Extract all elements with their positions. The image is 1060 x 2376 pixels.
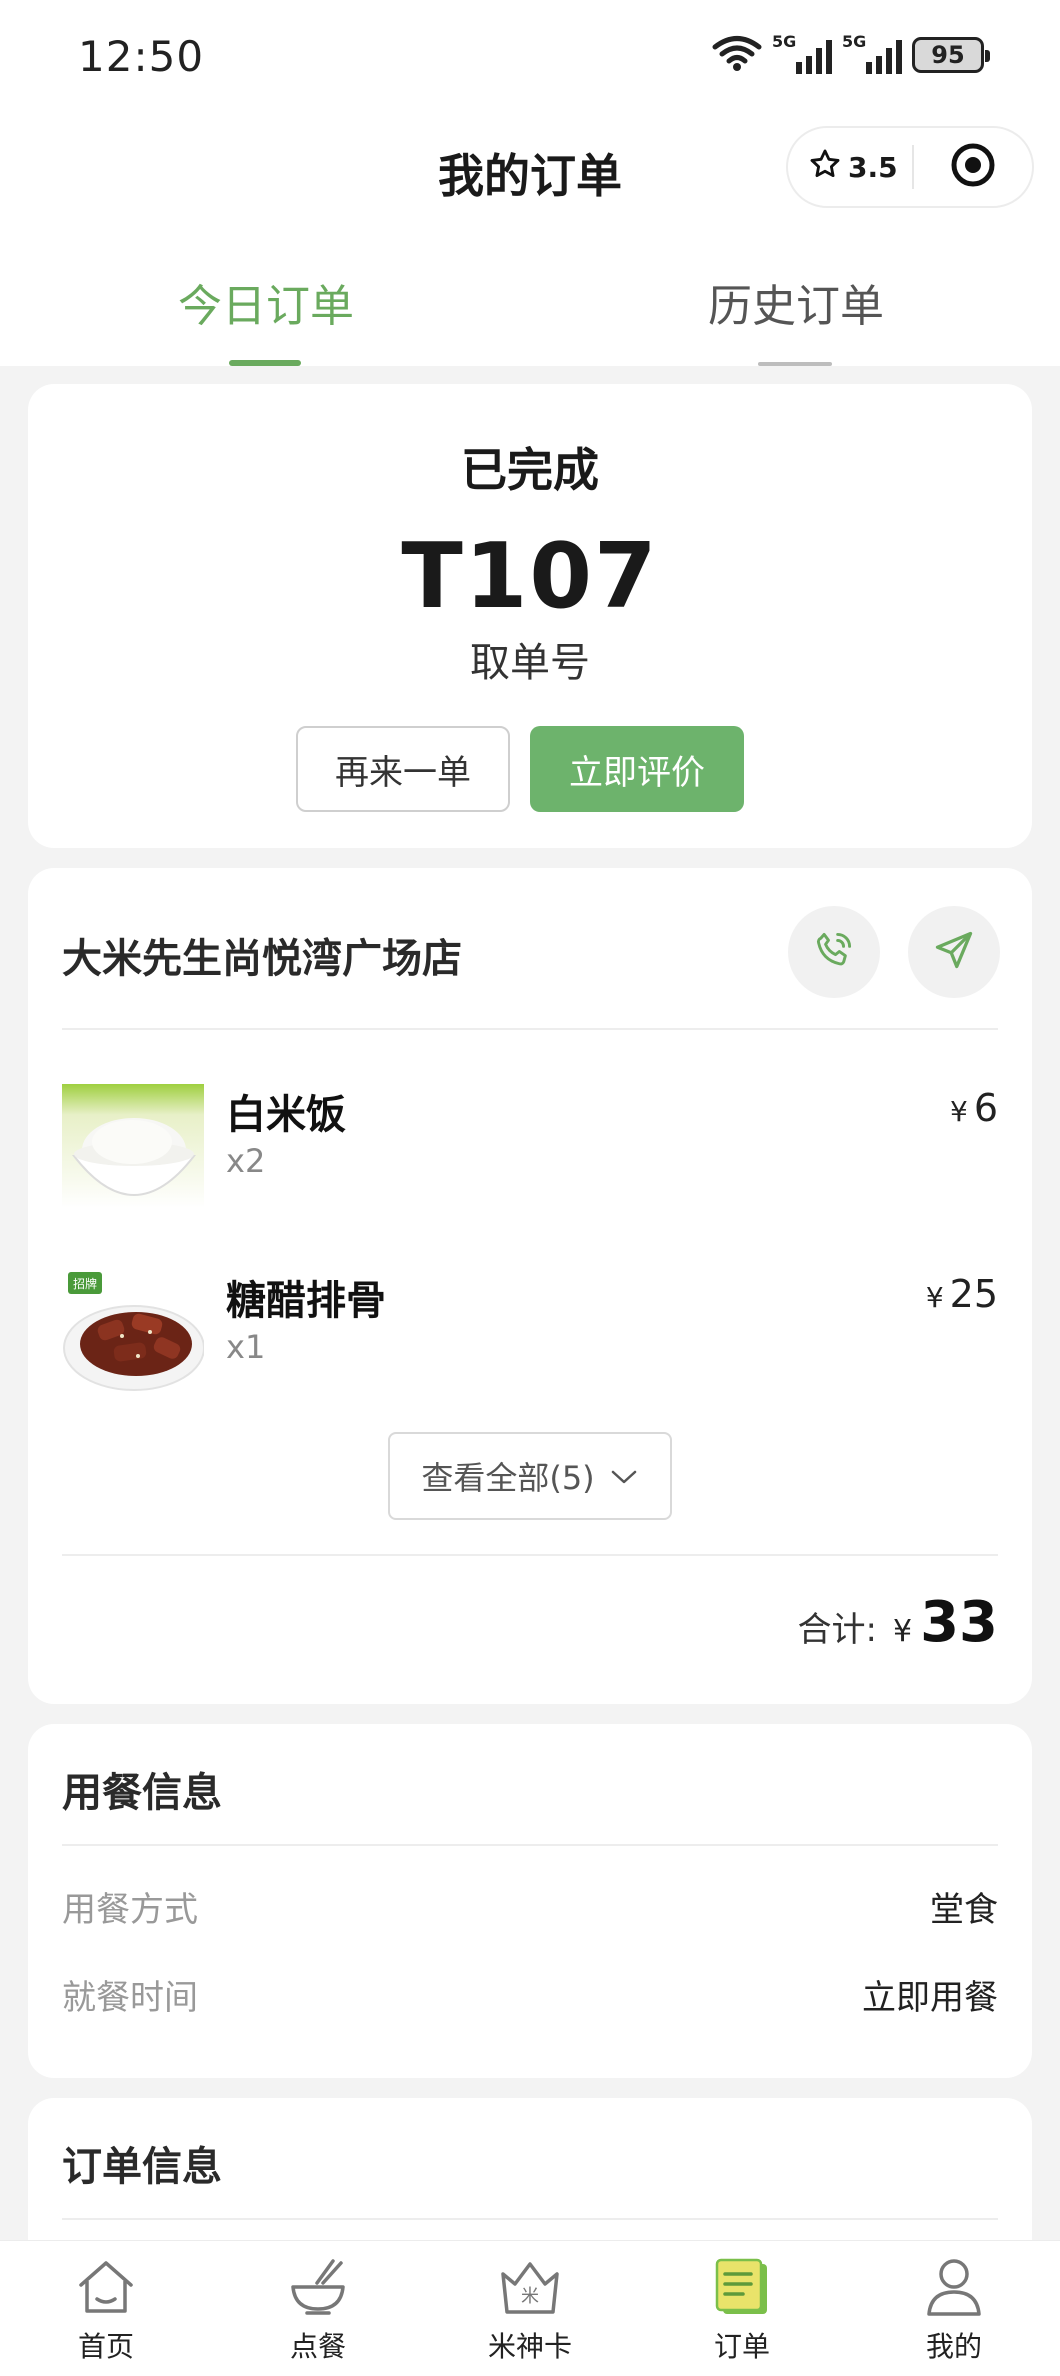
target-icon [949,141,997,193]
dining-info-title: 用餐信息 [62,1770,222,1816]
home-icon [73,2255,139,2319]
item-quantity: x1 [226,1328,266,1366]
wifi-icon [712,34,762,76]
tabbar-item-profile[interactable]: 我的 [894,2255,1014,2365]
signal-2-label: 5G [842,32,867,51]
order-list-icon [709,2255,775,2319]
order-status-card: 已完成 T107 取单号 再来一单 立即评价 [28,384,1032,848]
mini-program-capsule: 3.5 [786,126,1034,208]
view-all-button[interactable]: 查看全部(5) [388,1432,672,1520]
status-bar: 12:50 5G 5G 95 [0,0,1060,110]
store-order-card: 大米先生尚悦湾广场店 白米饭 x2 ¥6 招牌 糖醋排骨 x1 ¥ 25 查看全… [28,868,1032,1704]
pickup-code: T107 [401,524,659,629]
battery-level: 95 [931,41,965,69]
signal-1-label: 5G [772,32,797,51]
dining-method-value: 堂食 [930,1890,998,1930]
tab-history-indicator [758,362,832,366]
bowl-icon [285,2255,351,2319]
total-currency: ¥ [892,1614,913,1649]
review-button[interactable]: 立即评价 [530,726,744,812]
item-price: ¥6 [950,1086,998,1130]
battery-icon: 95 [912,37,990,73]
total-divider [62,1554,998,1556]
crown-card-icon: 米 [497,2255,563,2319]
rice-image [62,1084,204,1208]
chevron-down-icon [609,1457,639,1495]
view-all-label: 查看全部(5) [421,1459,595,1497]
signature-badge: 招牌 [68,1272,102,1294]
navigation-arrow-icon [932,928,976,976]
dining-method-label: 用餐方式 [62,1890,198,1930]
header: 我的订单 3.5 [0,110,1060,234]
rating-button[interactable]: 3.5 [788,147,912,188]
rating-value: 3.5 [848,150,898,184]
total-label: 合计: [797,1610,877,1650]
phone-icon [812,928,856,976]
currency-symbol: ¥ [949,1095,968,1128]
tabbar-item-card[interactable]: 米 米神卡 [470,2255,590,2365]
store-divider [62,1028,998,1030]
tabbar-label-order-food: 点餐 [289,2330,346,2363]
signature-badge-label: 招牌 [72,1276,97,1291]
tabbar-label-orders: 订单 [713,2330,770,2363]
tab-history[interactable]: 历史订单 [708,270,884,334]
store-name: 大米先生尚悦湾广场店 [62,936,462,982]
reorder-button[interactable]: 再来一单 [296,726,510,812]
bottom-tab-bar: 首页 点餐 米 米神卡 订单 我的 [0,2240,1060,2376]
order-total: 合计: ¥ 33 [798,1590,999,1655]
tabbar-label-profile: 我的 [925,2330,982,2363]
dining-time-value: 立即用餐 [862,1978,998,2018]
call-store-button[interactable] [788,906,880,998]
order-info-divider [62,2218,998,2220]
order-tabs: 今日订单 历史订单 [0,234,1060,366]
dining-divider [62,1844,998,1846]
tabbar-item-order-food[interactable]: 点餐 [258,2255,378,2365]
star-icon [808,147,842,188]
tab-today[interactable]: 今日订单 [178,270,354,334]
item-price-value: 25 [949,1272,998,1316]
item-price-value: 6 [973,1086,998,1130]
order-status: 已完成 [461,443,599,497]
status-icons: 5G 5G 95 [712,32,990,76]
tabbar-item-orders[interactable]: 订单 [682,2255,802,2365]
tabbar-item-home[interactable]: 首页 [46,2255,166,2365]
currency-symbol: ¥ [925,1281,944,1314]
item-name: 白米饭 [226,1092,346,1138]
item-price: ¥25 [926,1272,998,1316]
item-quantity: x2 [226,1142,266,1180]
dining-info-card: 用餐信息 用餐方式 堂食 就餐时间 立即用餐 [28,1724,1032,2078]
svg-text:米: 米 [521,2286,539,2307]
status-time: 12:50 [78,32,205,81]
tabbar-label-card: 米神卡 [487,2330,572,2363]
tab-today-indicator [229,360,301,366]
order-info-title: 订单信息 [62,2144,222,2190]
navigate-store-button[interactable] [908,906,1000,998]
pickup-code-label: 取单号 [470,640,590,686]
dining-time-label: 就餐时间 [62,1978,198,2018]
signal-2-icon: 5G [842,32,902,74]
item-name: 糖醋排骨 [226,1278,386,1324]
total-amount: 33 [920,1590,998,1655]
tabbar-label-home: 首页 [77,2330,134,2363]
close-target-button[interactable] [914,141,1032,193]
user-icon [921,2255,987,2319]
signal-1-icon: 5G [772,32,832,74]
order-item: 白米饭 x2 ¥6 [62,1084,998,1208]
order-item: 招牌 糖醋排骨 x1 ¥25 [62,1270,998,1394]
